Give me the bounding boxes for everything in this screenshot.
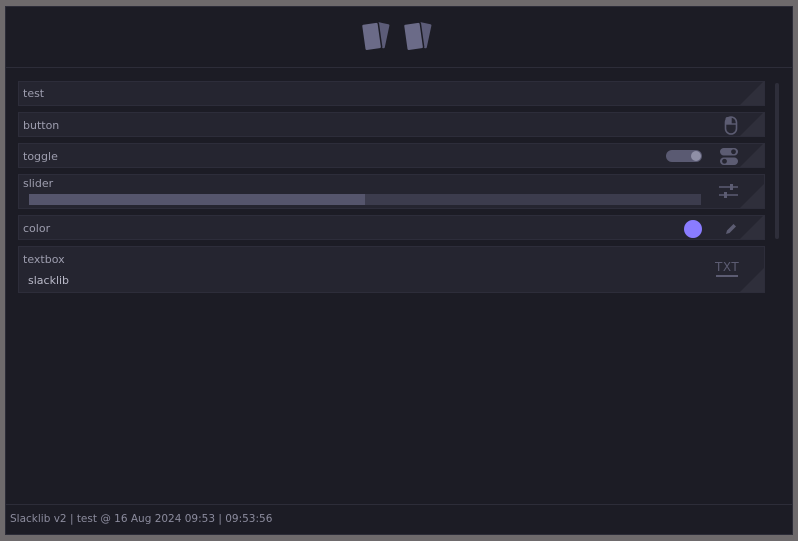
status-text: Slacklib v2 | test @ 16 Aug 2024 09:53 |… <box>10 513 273 525</box>
corner-decoration <box>740 144 764 167</box>
corner-decoration <box>740 184 764 208</box>
tab-cards-1[interactable] <box>358 17 396 55</box>
row-label: slider <box>23 177 54 190</box>
row-label: toggle <box>23 150 58 163</box>
textbox-input[interactable]: slacklib <box>28 274 69 287</box>
row-toggle[interactable]: toggle <box>18 143 765 168</box>
row-label: color <box>23 222 51 235</box>
cards-icon <box>402 20 433 52</box>
scrollbar[interactable] <box>775 83 779 239</box>
row-slider[interactable]: slider <box>18 174 765 209</box>
text-icon-label: TXT <box>715 260 740 274</box>
row-label: test <box>23 87 45 100</box>
pencil-icon <box>724 221 738 239</box>
tab-cards-2[interactable] <box>400 17 438 55</box>
corner-decoration <box>740 82 764 105</box>
slider-fill <box>29 194 365 205</box>
corner-decoration <box>740 113 764 136</box>
corner-decoration <box>740 216 764 239</box>
row-color[interactable]: color <box>18 215 765 240</box>
settings-list: test button toggle slider color textbox … <box>18 81 765 299</box>
color-swatch[interactable] <box>684 220 702 238</box>
tab-bar <box>6 7 792 68</box>
row-label: textbox <box>23 253 65 266</box>
sliders-icon <box>719 183 738 203</box>
row-test[interactable]: test <box>18 81 765 106</box>
corner-decoration <box>740 268 764 292</box>
toggle-icon <box>720 147 738 167</box>
row-button[interactable]: button <box>18 112 765 137</box>
toggle-switch[interactable] <box>666 150 702 162</box>
app-window: test button toggle slider color textbox … <box>5 6 793 535</box>
row-textbox[interactable]: textbox slacklib TXT <box>18 246 765 293</box>
toggle-knob <box>691 151 701 161</box>
cards-icon <box>360 20 391 52</box>
row-label: button <box>23 119 60 132</box>
text-icon: TXT <box>715 260 739 277</box>
mouse-icon <box>724 116 738 136</box>
slider-track[interactable] <box>29 194 701 205</box>
status-bar: Slacklib v2 | test @ 16 Aug 2024 09:53 |… <box>6 504 792 534</box>
